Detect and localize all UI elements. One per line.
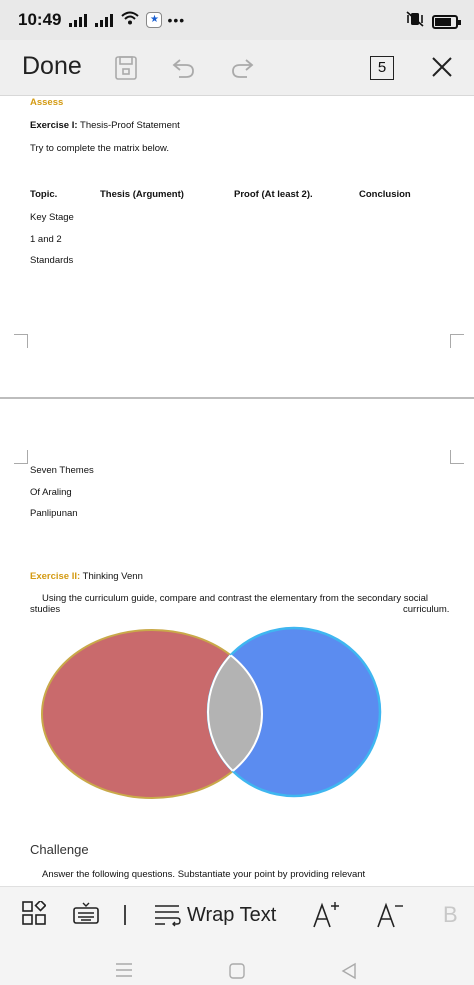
status-bar: 10:49 ★ ••• bbox=[0, 0, 474, 40]
topic-line: Panlipunan bbox=[30, 508, 78, 519]
crop-mark bbox=[450, 334, 464, 348]
crop-mark bbox=[14, 450, 28, 464]
keyboard-icon[interactable] bbox=[73, 901, 99, 932]
exercise2-instruction: Using the curriculum guide, compare and … bbox=[42, 593, 428, 604]
format-bar: Wrap Text B bbox=[0, 886, 474, 944]
wrap-text-button[interactable]: Wrap Text bbox=[187, 904, 276, 927]
divider bbox=[124, 905, 126, 925]
status-right-group bbox=[406, 11, 461, 32]
close-icon[interactable] bbox=[429, 54, 455, 80]
more-notifications-icon: ••• bbox=[167, 12, 186, 28]
instruction-text: Try to complete the matrix below. bbox=[30, 143, 170, 154]
exercise2-label: Exercise II: bbox=[30, 571, 81, 582]
signal-icon bbox=[69, 13, 88, 27]
topic-line: Seven Themes bbox=[30, 465, 94, 476]
document-view[interactable]: Assess Exercise I: Thesis-Proof Statemen… bbox=[0, 96, 474, 886]
exercise1-heading: Exercise I: Thesis-Proof Statement bbox=[30, 120, 180, 131]
menu-icon[interactable] bbox=[114, 963, 134, 982]
wrap-text-icon[interactable] bbox=[153, 903, 181, 932]
assess-heading: Assess bbox=[30, 97, 64, 108]
app-notification-icon: ★ bbox=[146, 12, 163, 28]
matrix-header-proof: Proof (At least 2). bbox=[234, 189, 313, 200]
home-icon[interactable] bbox=[228, 962, 246, 985]
topic-line: Of Araling bbox=[30, 487, 72, 498]
wifi-icon bbox=[121, 11, 140, 29]
topic-line: Standards bbox=[30, 255, 74, 266]
topic-line: Key Stage bbox=[30, 212, 74, 223]
save-icon[interactable] bbox=[112, 54, 140, 82]
increase-font-icon[interactable] bbox=[312, 900, 340, 935]
battery-icon bbox=[432, 14, 461, 29]
exercise2-instruction-left: studies bbox=[30, 604, 61, 615]
page-count-button[interactable]: 5 bbox=[370, 56, 394, 80]
challenge-heading: Challenge bbox=[30, 842, 89, 857]
crop-mark bbox=[450, 450, 464, 464]
editor-toolbar: Done 5 bbox=[0, 40, 474, 96]
vibrate-icon bbox=[406, 11, 424, 32]
matrix-header-topic: Topic. bbox=[30, 189, 58, 200]
undo-icon[interactable] bbox=[170, 54, 198, 82]
page-separator bbox=[0, 397, 474, 399]
bold-button[interactable]: B bbox=[443, 902, 458, 928]
matrix-header-conclusion: Conclusion bbox=[359, 189, 411, 200]
crop-mark bbox=[14, 334, 28, 348]
exercise1-label: Exercise I: bbox=[30, 120, 78, 131]
venn-diagram bbox=[41, 626, 382, 799]
exercise2-instruction-right: curriculum. bbox=[403, 604, 450, 615]
challenge-text: Answer the following questions. Substant… bbox=[42, 869, 366, 880]
apps-grid-icon[interactable] bbox=[22, 899, 47, 932]
exercise1-title: Thesis-Proof Statement bbox=[77, 120, 180, 131]
status-time: 10:49 bbox=[18, 10, 62, 29]
done-button[interactable]: Done bbox=[22, 52, 82, 81]
exercise2-heading: Exercise II: Thinking Venn bbox=[30, 571, 143, 582]
signal-icon bbox=[95, 13, 114, 27]
redo-icon[interactable] bbox=[228, 54, 256, 82]
exercise2-title: Thinking Venn bbox=[80, 571, 143, 582]
matrix-header-thesis: Thesis (Argument) bbox=[100, 189, 184, 200]
topic-line: 1 and 2 bbox=[30, 234, 62, 245]
system-nav-bar bbox=[0, 944, 474, 985]
decrease-font-icon[interactable] bbox=[376, 900, 404, 935]
back-icon[interactable] bbox=[340, 962, 358, 985]
